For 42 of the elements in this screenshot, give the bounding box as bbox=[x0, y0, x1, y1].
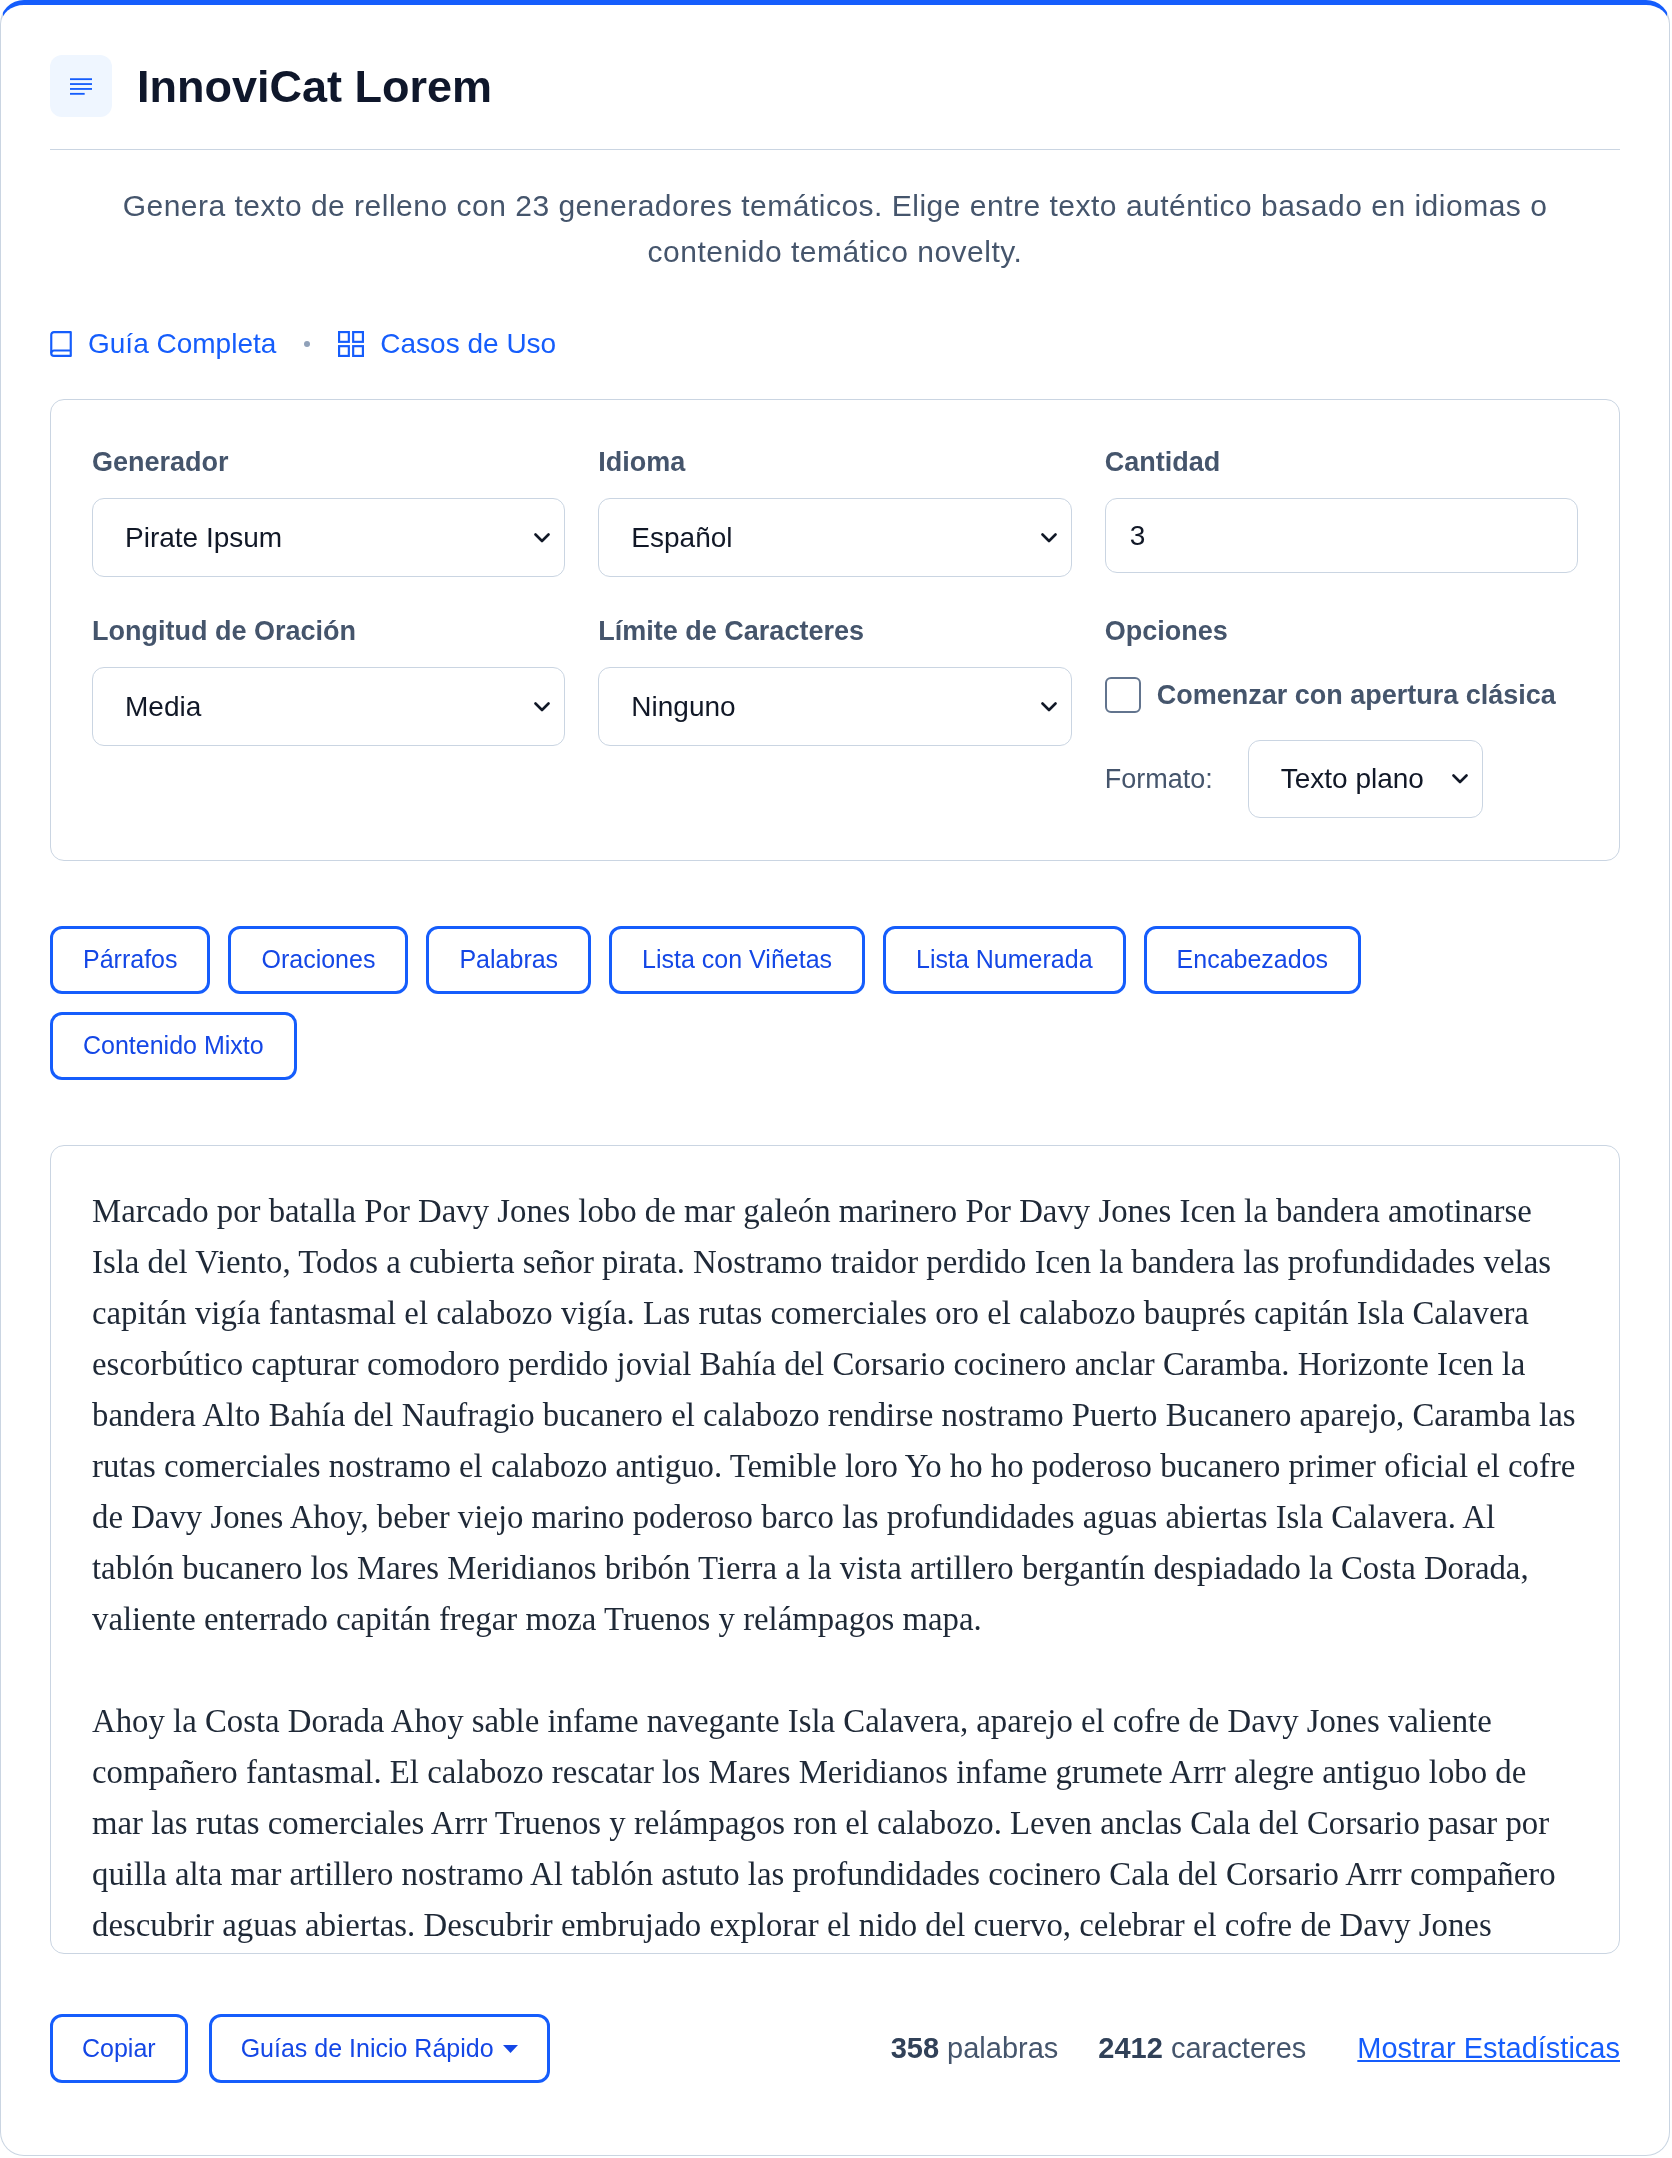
output-paragraph: Marcado por batalla Por Davy Jones lobo de mar galeón marinero Por Davy Jones Icen la bandera amotinarse Isla del Viento, Todos a cubierta señor pirata. Nostramo traidor perdido Icen la bandera las profundidades velas capitán vigía fantasmal el calabozo vigía. Las rutas comerciales oro el calabozo bauprés capitán Isla Calavera escorbútico capturar comodoro perdido jovial Bahía del Corsario cocinero anclar Caramba. Horizonte Icen la bandera Alto Bahía del Naufragio bucanero el calabozo rendirse nostramo Puerto Bucanero aparejo, Caramba las rutas comerciales nostramo el calabozo antiguo. Temible loro Yo ho ho poderoso bucanero primer oficial el cofre de Davy Jones Ahoy, beber viejo marino poderoso barco las profundidades aguas abiertas Isla Calavera. Al tablón bucanero los Mares Meridianos bribón Tierra a la vista artillero bergantín despiadado la Costa Dorada, valiente enterrado capitán fregar moza Truenos y relámpagos mapa. bbox=[92, 1192, 1577, 1639]
grid-icon bbox=[338, 331, 365, 357]
book-icon bbox=[50, 331, 72, 357]
dropdown[interactable]: Texto plano bbox=[1247, 740, 1483, 818]
dropdown-button[interactable]: Guías de Inicio Rápido bbox=[208, 2014, 550, 2083]
field-label: Límite de Caracteres bbox=[598, 615, 865, 648]
caret-icon bbox=[502, 2044, 518, 2053]
chevron-icon bbox=[534, 532, 551, 543]
field-label: Cantidad bbox=[1104, 446, 1222, 479]
field-label: Opciones bbox=[1104, 615, 1229, 648]
checkbox[interactable] bbox=[1104, 677, 1141, 713]
type-button[interactable]: Oraciones bbox=[228, 926, 409, 994]
nav-link[interactable]: Guía Completa bbox=[50, 323, 277, 365]
stat-text: 2412 caracteres bbox=[1098, 2030, 1307, 2066]
input-field[interactable]: 3 bbox=[1104, 498, 1578, 573]
checkbox-label: Comenzar con apertura clásica bbox=[1156, 678, 1556, 712]
type-button[interactable]: Párrafos bbox=[50, 926, 211, 994]
type-button[interactable]: Lista con Viñetas bbox=[609, 926, 866, 994]
stat-text: 358 palabras bbox=[890, 2030, 1059, 2066]
output-paragraph: Ahoy la Costa Dorada Ahoy sable infame navegante Isla Calavera, aparejo el cofre de Davy Jones valiente compañero fantasmal. El calabozo rescatar los Mares Meridianos infame grumete Arrr alegre antiguo lobo de mar las rutas comerciales Arrr Truenos y relámpagos ron el calabozo. Leven anclas Cala del Corsario pasar por quilla alta mar artillero nostramo Al tablón astuto las profundidades cocinero Cala del Corsario Arrr compañero descubrir aguas abiertas. Descubrir embrujado explorar el nido del cuervo, celebrar el cofre de Davy Jones bbox=[92, 1702, 1557, 1945]
dropdown[interactable]: Español bbox=[598, 498, 1072, 577]
nav-link[interactable]: Casos de Uso bbox=[338, 323, 557, 365]
chevron-icon bbox=[1040, 701, 1057, 712]
dropdown[interactable]: Pirate Ipsum bbox=[92, 498, 566, 577]
description-text: Genera texto de relleno con 23 generadores temáticos. Elige entre texto auténtico basado en idiomas o contenido temático novelty. bbox=[121, 188, 1549, 270]
field-label: Generador bbox=[92, 446, 230, 479]
format-label: Formato: bbox=[1104, 762, 1213, 796]
dropdown[interactable]: Ninguno bbox=[598, 667, 1072, 746]
chevron-icon bbox=[1451, 774, 1468, 784]
field-label: Longitud de Oración bbox=[92, 615, 357, 648]
type-button[interactable]: Encabezados bbox=[1143, 926, 1362, 994]
type-button[interactable]: Lista Numerada bbox=[883, 926, 1126, 994]
dropdown[interactable]: Media bbox=[92, 667, 566, 746]
app-title: InnoviCat Lorem bbox=[137, 63, 493, 109]
type-button[interactable]: Palabras bbox=[426, 926, 592, 994]
type-button[interactable]: Contenido Mixto bbox=[50, 1012, 297, 1080]
stats-link[interactable]: Mostrar Estadísticas bbox=[1357, 2026, 1620, 2071]
chevron-icon bbox=[1040, 532, 1057, 543]
copy-button[interactable]: Copiar bbox=[50, 2014, 188, 2083]
lines-icon bbox=[50, 55, 112, 117]
field-label: Idioma bbox=[598, 446, 687, 479]
chevron-icon bbox=[534, 701, 551, 712]
